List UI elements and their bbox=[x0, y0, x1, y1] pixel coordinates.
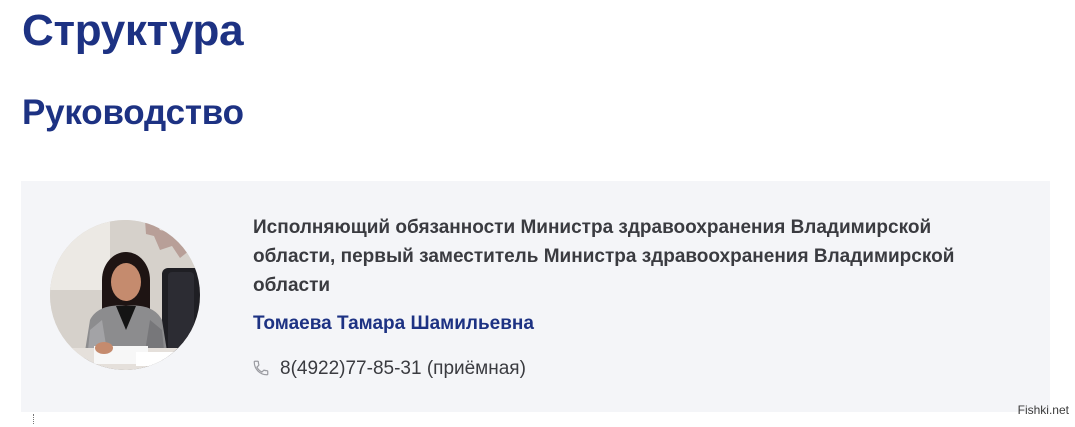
divider-mark bbox=[33, 414, 36, 424]
watermark: Fishki.net bbox=[1017, 403, 1069, 417]
phone-icon bbox=[252, 359, 270, 377]
phone-row: 8(4922)77-85-31 (приёмная) bbox=[252, 353, 526, 383]
page-title: Структура bbox=[22, 6, 244, 55]
section-title: Руководство bbox=[22, 93, 244, 132]
person-name[interactable]: Томаева Тамара Шамильевна bbox=[253, 309, 534, 338]
person-photo bbox=[50, 220, 200, 370]
person-position: Исполняющий обязанности Министра здравоо… bbox=[253, 217, 955, 296]
phone-number[interactable]: 8(4922)77-85-31 (приёмная) bbox=[280, 354, 526, 383]
person-card: Исполняющий обязанности Министра здравоо… bbox=[21, 181, 1050, 412]
